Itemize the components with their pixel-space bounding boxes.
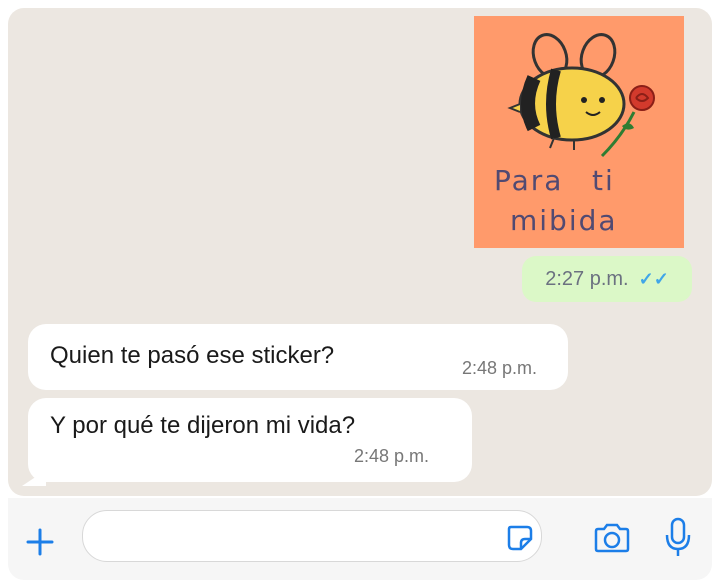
message-text: Quien te pasó ese sticker? <box>50 342 335 369</box>
sent-time: 2:27 p.m. <box>545 267 629 290</box>
sticker-text-para: Para <box>494 164 564 197</box>
message-input[interactable] <box>82 510 542 562</box>
input-bar <box>8 498 712 580</box>
sticker-text-ti: ti <box>592 164 615 197</box>
message-time: 2:48 p.m. <box>354 446 430 466</box>
mic-icon[interactable] <box>656 512 700 562</box>
message-text: Y por qué te dijeron mi vida? <box>50 412 356 439</box>
camera-icon[interactable] <box>590 518 634 558</box>
double-check-icon: ✓✓ <box>638 268 669 289</box>
message-time: 2:48 p.m. <box>462 358 538 378</box>
sticker-icon[interactable] <box>504 522 536 554</box>
message-bubble[interactable]: Quien te pasó ese sticker? 2:48 p.m. <box>28 324 568 390</box>
sent-timestamp-bubble: 2:27 p.m. ✓✓ <box>522 256 692 302</box>
message-bubble[interactable]: Y por qué te dijeron mi vida? 2:48 p.m. <box>28 398 472 482</box>
sticker-text-mibida: mibida <box>510 204 618 237</box>
chat-area: Para ti mibida 2:27 p.m. ✓✓ Quien te pas… <box>8 8 712 496</box>
sticker-image[interactable]: Para ti mibida <box>474 16 684 248</box>
plus-icon[interactable] <box>18 520 62 564</box>
